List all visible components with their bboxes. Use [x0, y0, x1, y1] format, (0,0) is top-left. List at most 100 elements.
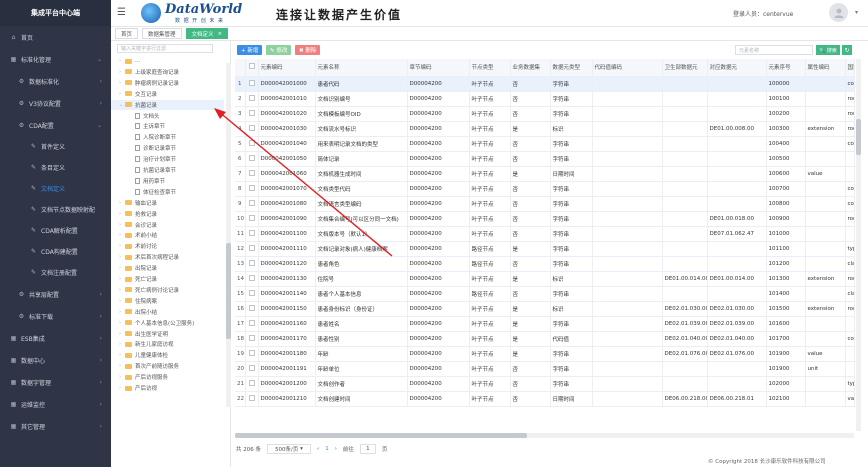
row-checkbox[interactable] — [248, 289, 255, 296]
row-checkbox-cell[interactable] — [245, 271, 259, 287]
row-checkbox-cell[interactable] — [245, 136, 259, 152]
table-h-scrollbar[interactable] — [235, 433, 854, 438]
table-row[interactable]: 6 D000042001050 简体记录 D00004200 叶子节点否字符串 10050… — [235, 151, 855, 167]
row-checkbox[interactable] — [248, 394, 255, 401]
tree-node[interactable]: › 儿童健康体检 — [111, 350, 168, 360]
table-row[interactable]: 19 D000042001180 年龄 D00004200 叶子节点是字符串 DE02.0… — [235, 346, 855, 362]
sidebar-item[interactable]: ✎ CDA构建配置 — [0, 241, 111, 262]
tree-node[interactable]: › 出生医学证明 — [111, 329, 168, 339]
row-checkbox-cell[interactable] — [245, 391, 259, 407]
column-header[interactable]: 数据元类型 — [550, 59, 593, 77]
tab[interactable]: 文档定义 × — [185, 28, 229, 39]
table-row[interactable]: 17 D000042001160 患者姓名 D00004200 叶子节点是字符串 DE02… — [235, 316, 855, 332]
tab[interactable]: 首页 — [115, 28, 139, 39]
table-row[interactable]: 18 D000042001170 患者性别 D00004200 叶子节点是代码值 DE02… — [235, 331, 855, 347]
row-checkbox[interactable] — [248, 184, 255, 191]
column-header[interactable]: 元素序号 — [766, 59, 806, 77]
avatar[interactable] — [829, 3, 848, 22]
row-checkbox[interactable] — [248, 79, 255, 86]
column-header[interactable]: 对应数据元 — [707, 59, 767, 77]
column-header[interactable]: 业务数据集 — [510, 59, 551, 77]
row-checkbox[interactable] — [248, 169, 255, 176]
sidebar-item[interactable]: ▦ 数据字管理 › — [0, 371, 111, 393]
row-checkbox[interactable] — [248, 319, 255, 326]
tree-node[interactable]: › 首次产前随访服务 — [111, 361, 179, 371]
sidebar-item[interactable]: ⚙ 共享层配置 › — [0, 283, 111, 305]
table-row[interactable]: 21 D000042001200 文档创作者 D00004200 叶子节点否字符串 102… — [235, 376, 855, 392]
row-checkbox-cell[interactable] — [245, 106, 259, 122]
refresh-icon[interactable]: ↻ — [842, 45, 852, 55]
tree-node[interactable]: › 个人基本信息(公卫服务) — [111, 318, 194, 328]
row-checkbox-cell[interactable] — [245, 211, 259, 227]
tree-node[interactable]: › 产后访视服务 — [111, 372, 168, 382]
column-header[interactable]: 元素名称 — [315, 59, 408, 77]
tab[interactable]: 数据集管理 — [142, 28, 182, 39]
sidebar-item[interactable]: ✎ 首件定义 — [0, 136, 111, 157]
tree-node[interactable]: › 死亡记录 — [111, 274, 157, 284]
row-checkbox[interactable] — [248, 334, 255, 341]
row-checkbox-cell[interactable] — [245, 301, 259, 317]
row-checkbox-cell[interactable] — [245, 241, 259, 257]
row-checkbox[interactable] — [248, 229, 255, 236]
column-header[interactable]: 元素编码 — [258, 59, 316, 77]
tree-node[interactable]: › 术前讨论 — [111, 241, 157, 251]
row-checkbox[interactable] — [248, 244, 255, 251]
table-row[interactable]: 8 D000042001070 文档类型代码 D00004200 叶子节点否字符串 100… — [235, 181, 855, 197]
table-row[interactable]: 10 D000042001090 文档集合编号(可以区分同一文档) D00004200… — [235, 211, 855, 227]
tree-node[interactable]: 入院诊断章节 — [111, 132, 176, 142]
tree-node[interactable]: › 交互记录 — [111, 89, 157, 99]
table-v-scrollbar[interactable] — [856, 59, 861, 431]
column-header[interactable]: 节点类型 — [469, 59, 511, 77]
tree-node[interactable]: 主诉章节 — [111, 121, 165, 131]
h-scroll-thumb[interactable] — [235, 433, 527, 438]
row-checkbox[interactable] — [248, 364, 255, 371]
row-checkbox[interactable] — [248, 139, 255, 146]
sidebar-item[interactable]: ▦ 标准化管理 ⌄ — [0, 48, 111, 70]
sidebar-item[interactable]: ⚙ 数据标准化 › — [0, 70, 111, 92]
tree-node[interactable]: › 肿瘤病例记录记录 — [111, 78, 179, 88]
sidebar-item[interactable]: ✎ 文档注册配置 — [0, 262, 111, 283]
table-row[interactable]: 12 D000042001110 文档记录对象(病人)健康档案 D00004200 路径… — [235, 241, 855, 257]
tree-node[interactable]: 体征检查章节 — [111, 187, 176, 197]
tree-node[interactable]: 治疗计划章节 — [111, 154, 176, 164]
row-checkbox-cell[interactable] — [245, 286, 259, 302]
sidebar-item[interactable]: ▦ 运维监控 › — [0, 393, 111, 415]
edit-button[interactable]: ✎ 修改 — [266, 45, 292, 55]
table-row[interactable]: 22 D000042001210 文档创建时间 D00004200 叶子节点否日期时间 D… — [235, 391, 855, 407]
sidebar-item[interactable]: ⚙ V3协议配置 › — [0, 92, 111, 114]
delete-button[interactable]: ✖ 删除 — [295, 45, 321, 55]
tree-node[interactable]: 用药章节 — [111, 176, 165, 186]
column-header[interactable] — [245, 59, 259, 77]
table-row[interactable]: 14 D000042001130 住院号 D00004200 叶子节点是标识 DE01.0… — [235, 271, 855, 287]
row-checkbox[interactable] — [248, 109, 255, 116]
row-checkbox-cell[interactable] — [245, 166, 259, 182]
table-row[interactable]: 7 D000042001060 文档机器生成时间 D00004200 叶子节点是日期时间… — [235, 166, 855, 182]
table-row[interactable]: 13 D000042001120 患者角色 D00004200 路径节点否字符串 1012… — [235, 256, 855, 272]
menu-toggle-icon[interactable]: ☰ — [117, 7, 126, 18]
row-checkbox[interactable] — [248, 349, 255, 356]
sidebar-item[interactable]: ▦ 其它管理 › — [0, 415, 111, 437]
column-header[interactable] — [235, 59, 246, 77]
row-checkbox[interactable] — [248, 154, 255, 161]
row-checkbox[interactable] — [248, 379, 255, 386]
search-button[interactable]: 🔍 搜索 — [816, 45, 840, 55]
sidebar-item[interactable]: ✎ 文档节点数据映射配 — [0, 199, 111, 220]
table-row[interactable]: 2 D000042001010 文档识别编号 D00004200 叶子节点否字符串 100… — [235, 91, 855, 107]
tree-node[interactable]: › 出院小结 — [111, 307, 157, 317]
tree-scrollbar[interactable] — [226, 63, 231, 407]
tree-node[interactable]: › 术后首次病程记录 — [111, 252, 179, 262]
user-menu-caret-icon[interactable]: ▾ — [855, 9, 858, 16]
row-checkbox-cell[interactable] — [245, 76, 259, 92]
row-checkbox[interactable] — [248, 199, 255, 206]
tree-node[interactable]: › 新生儿家庭访视 — [111, 339, 174, 349]
prev-page-button[interactable]: ‹ — [317, 446, 319, 452]
sidebar-item[interactable]: ⚙ 标准下载 › — [0, 305, 111, 327]
table-row[interactable]: 20 D000042001191 年龄单位 D00004200 叶子节点否字符串 1019… — [235, 361, 855, 377]
tree-node[interactable]: › 会诊记录 — [111, 220, 157, 230]
table-row[interactable]: 4 D000042001030 文档流水号标识 D00004200 叶子节点是标识 DE0… — [235, 121, 855, 137]
row-checkbox[interactable] — [248, 124, 255, 131]
page-size-select[interactable]: 500条/页 ▾ — [267, 444, 311, 454]
tree-node[interactable]: › 产后访视 — [111, 383, 157, 393]
tree-node[interactable]: › 术前小结 — [111, 230, 157, 240]
v-scroll-thumb[interactable] — [856, 119, 861, 155]
